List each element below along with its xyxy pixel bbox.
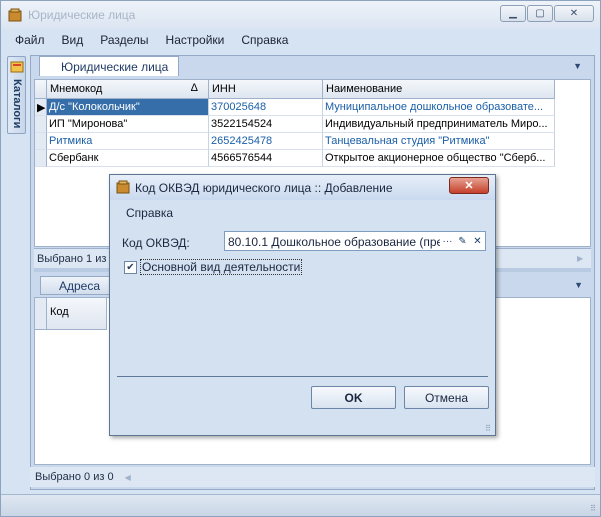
maximize-icon: ▢ <box>535 8 545 19</box>
cell-mnemo[interactable]: Ритмика <box>47 133 209 150</box>
row-indicator <box>35 150 47 167</box>
edit-pen-icon[interactable]: ✎ <box>455 233 470 249</box>
cell-inn[interactable]: 2652425478 <box>209 133 323 150</box>
column-header-name[interactable]: Наименование <box>323 80 555 99</box>
ellipsis-icon[interactable]: ··· <box>440 233 455 249</box>
dialog-separator <box>117 376 488 377</box>
tab-addresses[interactable]: Адреса <box>40 276 110 295</box>
column-header-inn[interactable]: ИНН <box>209 80 323 99</box>
lower-tab-menu-arrow-icon[interactable]: ▼ <box>574 280 583 290</box>
minimize-icon: ▁ <box>509 8 517 19</box>
sort-ascending-icon: Δ <box>190 82 198 94</box>
okved-field-value: 80.10.1 Дошкольное образование (пре... <box>228 235 440 249</box>
catalogs-side-tab[interactable]: Каталоги <box>7 56 26 134</box>
title-bar: Юридические лица ▁ ▢ ✕ <box>1 1 600 29</box>
close-icon: ✕ <box>569 8 579 19</box>
maximize-button[interactable]: ▢ <box>527 5 553 22</box>
cell-mnemo[interactable]: Д/с "Колокольчик" <box>47 99 209 116</box>
header-indicator <box>35 298 47 330</box>
dialog-close-button[interactable]: ✕ <box>449 177 489 194</box>
main-activity-checkbox[interactable]: ✔ <box>124 260 137 274</box>
dialog-resize-grip-icon[interactable]: ⠿ <box>485 424 491 433</box>
cell-mnemo[interactable]: Сбербанк <box>47 150 209 167</box>
column-header-label: Мнемокод <box>50 83 103 95</box>
cancel-button[interactable]: Отмена <box>404 386 489 409</box>
scroll-left-icon[interactable]: ◀ <box>125 473 131 482</box>
window-controls: ▁ ▢ ✕ <box>499 5 594 22</box>
cell-inn[interactable]: 3522154524 <box>209 116 323 133</box>
row-indicator-icon: ▶ <box>35 99 47 116</box>
row-indicator <box>35 133 47 150</box>
window-status-bar: ⠿ <box>1 494 600 516</box>
menu-sections[interactable]: Разделы <box>100 33 148 47</box>
grid-header: Мнемокод Δ ИНН Наименование <box>35 80 555 99</box>
lower-selection-count: Выбрано 0 из 0 <box>35 471 114 483</box>
okved-field-label: Код ОКВЭД: <box>122 236 190 250</box>
upper-selection-count: Выбрано 1 из <box>37 253 107 265</box>
catalogs-label: Каталоги <box>11 79 23 129</box>
cell-mnemo[interactable]: ИП "Миронова" <box>47 116 209 133</box>
okved-field[interactable]: 80.10.1 Дошкольное образование (пре... ·… <box>224 231 486 251</box>
main-activity-row[interactable]: ✔ Основной вид деятельности <box>124 259 303 275</box>
scroll-right-icon[interactable]: ▶ <box>577 249 591 269</box>
cell-inn[interactable]: 370025648 <box>209 99 323 116</box>
close-button[interactable]: ✕ <box>554 5 594 22</box>
column-header-code[interactable]: Код <box>47 298 107 330</box>
clear-icon[interactable]: ✕ <box>470 233 485 249</box>
row-indicator <box>35 116 47 133</box>
menu-settings[interactable]: Настройки <box>166 33 225 47</box>
menu-help[interactable]: Справка <box>241 33 288 47</box>
tab-menu-arrow-icon[interactable]: ▼ <box>573 61 582 71</box>
menu-file[interactable]: Файл <box>15 33 45 47</box>
table-row[interactable]: Сбербанк 4566576544 Открытое акционерное… <box>35 150 555 167</box>
main-window: Юридические лица ▁ ▢ ✕ Файл Вид Разделы … <box>0 0 601 517</box>
table-row[interactable]: ИП "Миронова" 3522154524 Индивидуальный … <box>35 116 555 133</box>
dialog-menu-help[interactable]: Справка <box>126 206 173 220</box>
tab-legal-entities[interactable]: Юридические лица <box>39 56 179 76</box>
window-title: Юридические лица <box>28 8 136 22</box>
menu-view[interactable]: Вид <box>62 33 84 47</box>
ok-button[interactable]: OK <box>311 386 396 409</box>
app-icon <box>8 8 22 22</box>
okved-add-dialog: Код ОКВЭД юридического лица :: Добавлени… <box>109 174 496 436</box>
table-row[interactable]: Ритмика 2652425478 Танцевальная студия "… <box>35 133 555 150</box>
lower-status-bar: Выбрано 0 из 0 ◀ <box>30 467 595 487</box>
column-header-mnemo[interactable]: Мнемокод Δ <box>47 80 209 99</box>
dialog-app-icon <box>116 180 130 194</box>
table-row[interactable]: ▶ Д/с "Колокольчик" 370025648 Муниципаль… <box>35 99 555 116</box>
cell-name[interactable]: Индивидуальный предприниматель Миро... <box>323 116 555 133</box>
dialog-title-bar: Код ОКВЭД юридического лица :: Добавлени… <box>110 175 495 200</box>
minimize-button[interactable]: ▁ <box>500 5 526 22</box>
cell-name[interactable]: Муниципальное дошкольное образовате... <box>323 99 555 116</box>
cell-inn[interactable]: 4566576544 <box>209 150 323 167</box>
dialog-title: Код ОКВЭД юридического лица :: Добавлени… <box>135 181 393 195</box>
close-icon: ✕ <box>464 180 474 192</box>
menu-bar: Файл Вид Разделы Настройки Справка <box>1 30 600 50</box>
cell-name[interactable]: Танцевальная студия "Ритмика" <box>323 133 555 150</box>
resize-grip-icon[interactable]: ⠿ <box>590 504 596 513</box>
cell-name[interactable]: Открытое акционерное общество "Сберб... <box>323 150 555 167</box>
header-indicator <box>35 80 47 99</box>
main-activity-label[interactable]: Основной вид деятельности <box>140 259 303 275</box>
catalog-icon <box>10 61 24 73</box>
